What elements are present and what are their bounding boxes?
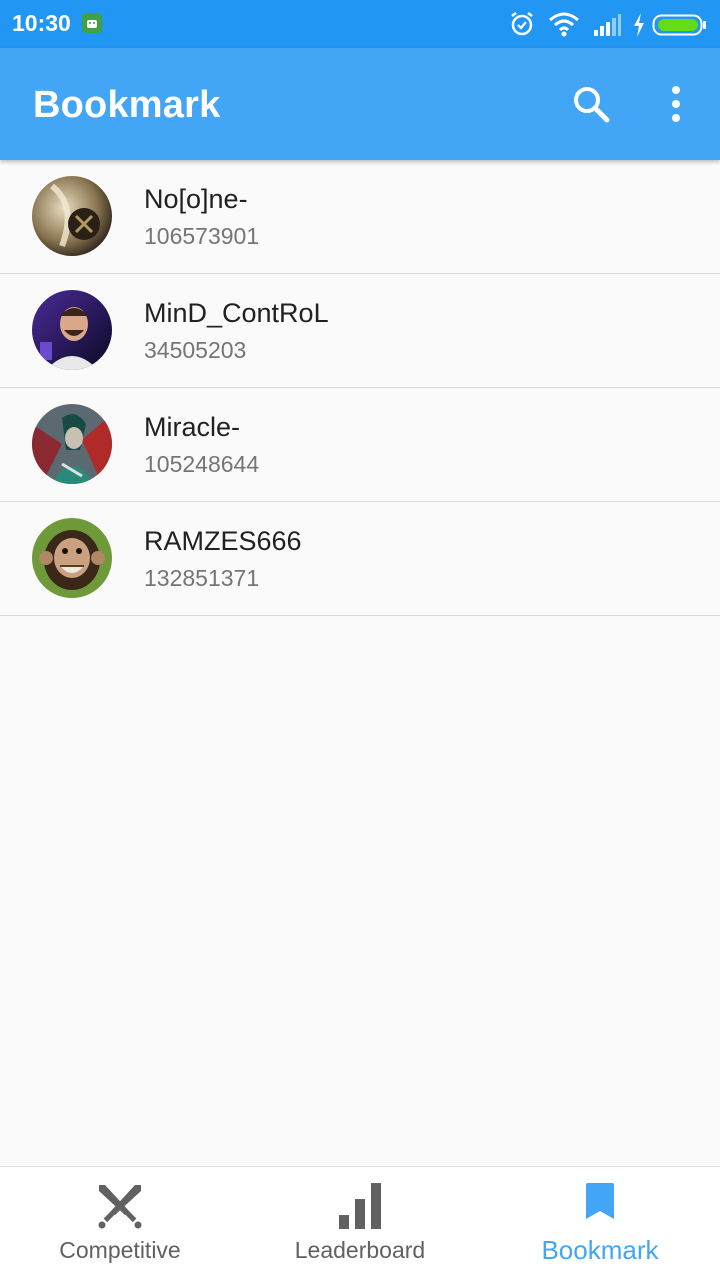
charging-icon bbox=[634, 13, 644, 37]
list-item[interactable]: No[o]ne- 106573901 bbox=[0, 160, 720, 274]
avatar bbox=[32, 404, 112, 484]
list-item[interactable]: RAMZES666 132851371 bbox=[0, 502, 720, 616]
nav-item-leaderboard[interactable]: Leaderboard bbox=[240, 1167, 480, 1280]
avatar bbox=[32, 518, 112, 598]
bar-chart-icon bbox=[339, 1183, 381, 1229]
status-time: 10:30 bbox=[12, 10, 71, 36]
page-title: Bookmark bbox=[33, 84, 221, 126]
bookmark-list: No[o]ne- 106573901 MinD_ContRoL 34505203… bbox=[0, 160, 720, 616]
nav-label: Leaderboard bbox=[294, 1237, 426, 1263]
player-id: 106573901 bbox=[144, 223, 260, 249]
battery-icon bbox=[652, 14, 706, 36]
search-button[interactable] bbox=[565, 78, 617, 130]
avatar bbox=[32, 176, 112, 256]
android-icon bbox=[82, 13, 102, 33]
nav-item-bookmark[interactable]: Bookmark bbox=[480, 1167, 720, 1280]
app-bar: Bookmark bbox=[0, 48, 720, 160]
nav-label: Bookmark bbox=[541, 1235, 659, 1265]
player-id: 34505203 bbox=[144, 337, 247, 363]
status-bar: 10:30 bbox=[0, 0, 720, 48]
more-vert-icon bbox=[672, 86, 680, 122]
nav-label: Competitive bbox=[59, 1237, 181, 1263]
wifi-icon bbox=[549, 12, 579, 37]
bookmark-icon bbox=[586, 1183, 614, 1219]
list-item[interactable]: Miracle- 105248644 bbox=[0, 388, 720, 502]
avatar bbox=[32, 290, 112, 370]
crossed-swords-icon bbox=[98, 1185, 142, 1229]
search-icon bbox=[574, 87, 610, 123]
list-item[interactable]: MinD_ContRoL 34505203 bbox=[0, 274, 720, 388]
player-id: 132851371 bbox=[144, 565, 260, 591]
bottom-navigation: Competitive Leaderboard Bookmark bbox=[0, 1166, 720, 1280]
player-name: MinD_ContRoL bbox=[144, 298, 329, 328]
more-options-button[interactable] bbox=[650, 78, 702, 130]
status-icons bbox=[508, 8, 708, 40]
player-name: No[o]ne- bbox=[144, 184, 248, 214]
player-name: Miracle- bbox=[144, 412, 241, 442]
alarm-icon bbox=[511, 12, 533, 36]
player-name: RAMZES666 bbox=[144, 526, 302, 556]
player-id: 105248644 bbox=[144, 451, 260, 477]
signal-icon bbox=[594, 14, 621, 36]
nav-item-competitive[interactable]: Competitive bbox=[0, 1167, 240, 1280]
